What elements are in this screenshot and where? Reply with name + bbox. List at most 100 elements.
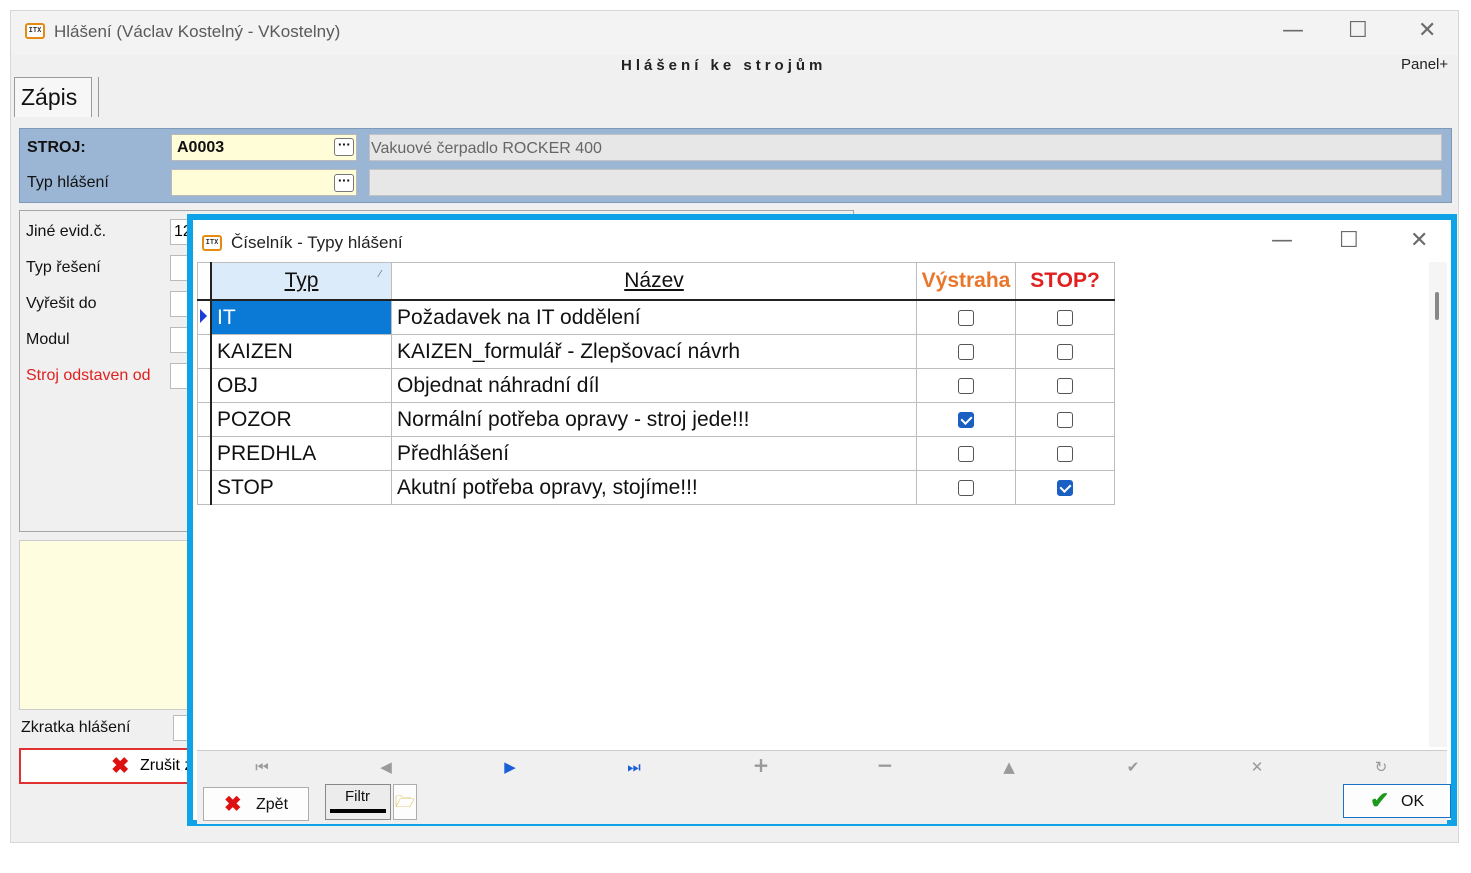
zkratka-label: Zkratka hlášení (21, 719, 131, 736)
filtr-button[interactable]: Filtr (325, 784, 391, 820)
stop-checkbox[interactable] (1057, 445, 1073, 462)
stroj-input[interactable]: A0003 ··· (171, 134, 357, 161)
row-indicator-header (197, 262, 212, 301)
cell-stop[interactable] (1015, 299, 1115, 335)
stroj-label: STROJ: (27, 139, 86, 156)
minimize-button[interactable]: — (1282, 20, 1304, 42)
vystraha-checkbox[interactable] (958, 377, 974, 394)
cell-nazev[interactable]: Akutní potřeba opravy, stojíme!!! (391, 470, 917, 505)
vystraha-checkbox[interactable] (958, 479, 974, 496)
current-row-indicator (197, 299, 212, 335)
column-header-stop[interactable]: STOP? (1015, 262, 1115, 301)
typy-table: Typ ⁄ Název Výstraha STOP? IT Požadavek n… (197, 262, 1115, 505)
vystraha-checkbox[interactable] (958, 445, 974, 462)
column-header-typ[interactable]: Typ ⁄ (210, 262, 392, 301)
main-titlebar: ITX Hlášení (Václav Kostelný - VKostelny… (11, 11, 1458, 55)
table-row[interactable]: PREDHLA Předhlášení (197, 436, 1115, 471)
stop-checkbox[interactable] (1057, 309, 1073, 326)
typ-hlaseni-lookup-button[interactable]: ··· (334, 174, 354, 192)
dialog-maximize-button[interactable]: ☐ (1339, 230, 1359, 252)
row-indicator (197, 470, 212, 505)
vyresit-do-label: Vyřešit do (26, 295, 97, 312)
column-header-nazev[interactable]: Název (391, 262, 917, 301)
main-window-title: Hlášení (Václav Kostelný - VKostelny) (54, 22, 341, 41)
page-title: Hlášení ke strojům (621, 57, 827, 74)
typ-hlaseni-description (369, 169, 1442, 196)
table-row[interactable]: KAIZEN KAIZEN_formulář - Zlepšovací návr… (197, 334, 1115, 369)
table-row[interactable]: IT Požadavek na IT oddělení (197, 299, 1115, 335)
cell-stop[interactable] (1015, 436, 1115, 471)
cell-typ[interactable]: POZOR (210, 402, 392, 437)
table-row[interactable]: STOP Akutní potřeba opravy, stojíme!!! (197, 470, 1115, 505)
prior-record-icon[interactable]: ◀ (371, 755, 401, 779)
typ-hlaseni-input[interactable]: ··· (171, 169, 357, 196)
stroj-description: Vakuové čerpadlo ROCKER 400 (369, 134, 1442, 161)
dialog-close-button[interactable]: ✕ (1410, 230, 1428, 252)
zrusit-label: Zrušit z (140, 757, 193, 774)
cell-vystraha[interactable] (916, 402, 1016, 437)
cell-nazev[interactable]: KAIZEN_formulář - Zlepšovací návrh (391, 334, 917, 369)
cell-typ[interactable]: IT (210, 299, 392, 335)
cell-stop[interactable] (1015, 402, 1115, 437)
ok-label: OK (1401, 793, 1425, 810)
note-textarea[interactable] (19, 540, 199, 710)
vystraha-checkbox[interactable] (958, 343, 974, 360)
stop-checkbox-checked[interactable] (1057, 479, 1073, 496)
table-row[interactable]: OBJ Objednat náhradní díl (197, 368, 1115, 403)
dialog-minimize-button[interactable]: — (1271, 230, 1293, 252)
panel-plus-button[interactable]: Panel+ (1401, 56, 1448, 73)
ciselnik-dialog: ITX Číselník - Typy hlášení — ☐ ✕ Typ ⁄ N… (187, 214, 1457, 826)
cell-stop[interactable] (1015, 334, 1115, 369)
stop-checkbox[interactable] (1057, 411, 1073, 428)
typ-hlaseni-label: Typ hlášení (27, 174, 109, 191)
cell-nazev[interactable]: Normální potřeba opravy - stroj jede!!! (391, 402, 917, 437)
dialog-title: Číselník - Typy hlášení (231, 233, 403, 252)
stroj-input-value: A0003 (177, 139, 225, 156)
last-record-icon[interactable]: ⏭ (619, 755, 649, 779)
cell-vystraha[interactable] (916, 299, 1016, 335)
ok-button[interactable]: ✔ OK (1343, 784, 1451, 818)
vystraha-checkbox-checked[interactable] (958, 411, 974, 428)
folder-icon: 🗁 (395, 794, 415, 811)
cell-stop[interactable] (1015, 368, 1115, 403)
table-row[interactable]: POZOR Normální potřeba opravy - stroj je… (197, 402, 1115, 437)
next-record-icon[interactable]: ▶ (495, 755, 525, 779)
cancel-record-icon[interactable]: ✕ (1242, 755, 1272, 779)
zpet-button[interactable]: ✖ Zpět (203, 787, 309, 821)
delete-record-icon[interactable]: − (870, 753, 900, 777)
maximize-button[interactable]: ☐ (1348, 20, 1368, 42)
vystraha-checkbox[interactable] (958, 309, 974, 326)
cell-typ[interactable]: STOP (210, 470, 392, 505)
zrusit-button[interactable]: ✖ Zrušit z (19, 748, 199, 784)
row-pointer-icon (200, 309, 207, 323)
open-folder-button[interactable]: 🗁 (393, 784, 417, 820)
cell-nazev[interactable]: Objednat náhradní díl (391, 368, 917, 403)
vertical-scrollbar[interactable] (1429, 262, 1447, 747)
edit-record-icon[interactable]: ▲ (994, 755, 1024, 779)
insert-record-icon[interactable]: + (746, 753, 776, 777)
row-indicator (197, 436, 212, 471)
zpet-x-icon: ✖ (224, 793, 242, 816)
scrollbar-thumb[interactable] (1435, 292, 1439, 320)
stop-checkbox[interactable] (1057, 377, 1073, 394)
cell-vystraha[interactable] (916, 368, 1016, 403)
stroj-lookup-button[interactable]: ··· (334, 138, 354, 156)
cell-typ[interactable]: OBJ (210, 368, 392, 403)
first-record-icon[interactable]: ⏮ (247, 755, 277, 779)
refresh-icon[interactable]: ↻ (1366, 755, 1396, 779)
stroj-panel: STROJ: A0003 ··· Vakuové čerpadlo ROCKER… (19, 128, 1452, 203)
post-record-icon[interactable]: ✔ (1118, 755, 1148, 779)
cell-nazev[interactable]: Požadavek na IT oddělení (391, 299, 917, 335)
stop-checkbox[interactable] (1057, 343, 1073, 360)
column-header-vystraha[interactable]: Výstraha (916, 262, 1016, 301)
cell-vystraha[interactable] (916, 470, 1016, 505)
filtr-label: Filtr (345, 788, 370, 805)
cell-vystraha[interactable] (916, 334, 1016, 369)
cell-nazev[interactable]: Předhlášení (391, 436, 917, 471)
tab-zapis[interactable]: Zápis (14, 77, 92, 117)
cell-typ[interactable]: PREDHLA (210, 436, 392, 471)
cell-vystraha[interactable] (916, 436, 1016, 471)
cell-typ[interactable]: KAIZEN (210, 334, 392, 369)
cell-stop[interactable] (1015, 470, 1115, 505)
close-button[interactable]: ✕ (1418, 20, 1436, 42)
